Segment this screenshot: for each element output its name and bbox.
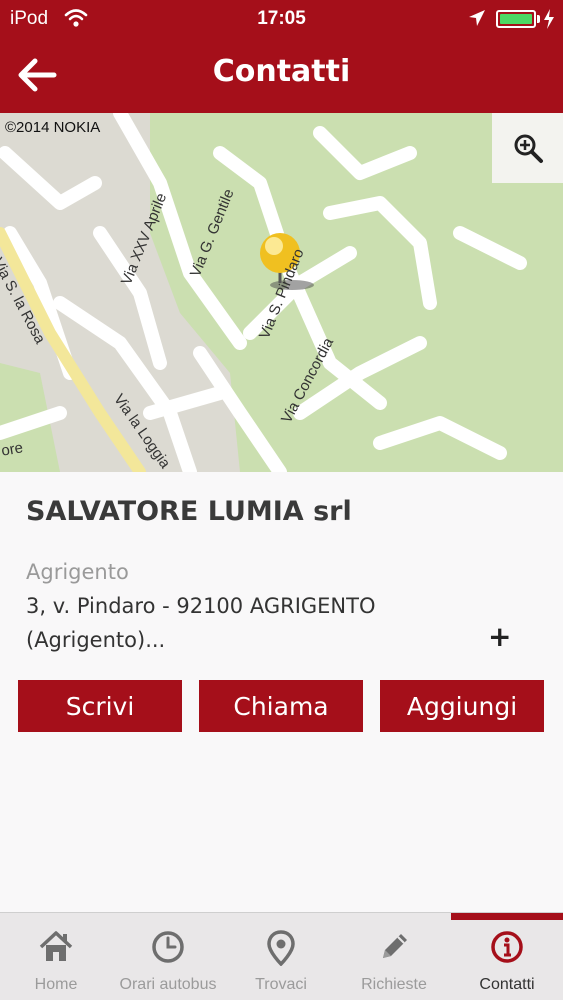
call-button[interactable]: Chiama (199, 680, 363, 732)
contact-details: SALVATORE LUMIA srl Agrigento 3, v. Pind… (0, 472, 563, 912)
contact-city: Agrigento (26, 560, 129, 584)
battery-nub (537, 15, 540, 23)
charging-icon (543, 9, 555, 34)
tab-label: Richieste (361, 976, 427, 993)
clock-icon (112, 930, 224, 964)
zoom-in-button[interactable] (492, 113, 563, 183)
zoom-in-icon (514, 134, 543, 163)
location-pin-icon (225, 930, 337, 966)
info-icon (451, 930, 563, 964)
tab-label: Contatti (479, 976, 535, 993)
add-contact-button[interactable]: Aggiungi (380, 680, 544, 732)
tab-bar: Home Orari autobus Trovaci Richieste Con… (0, 912, 563, 1000)
battery-icon (496, 10, 536, 28)
contact-address-line2: (Agrigento)... (26, 628, 166, 652)
active-tab-indicator (451, 913, 563, 920)
contact-address-line1: 3, v. Pindaro - 92100 AGRIGENTO (26, 594, 376, 618)
write-button[interactable]: Scrivi (18, 680, 182, 732)
home-icon (0, 930, 112, 964)
tab-home[interactable]: Home (0, 913, 112, 1000)
tab-contacts[interactable]: Contatti (451, 913, 563, 1000)
status-bar: iPod 17:05 (0, 0, 563, 38)
expand-address-button[interactable]: + (488, 620, 511, 653)
nav-bar: Contatti (0, 38, 563, 113)
map-copyright: ©2014 NOKIA (5, 119, 101, 136)
tab-find-us[interactable]: Trovaci (225, 913, 337, 1000)
location-arrow-icon (468, 9, 486, 32)
tab-label: Home (34, 976, 78, 993)
pencil-icon (338, 930, 450, 964)
tab-bus-timetable[interactable]: Orari autobus (112, 913, 224, 1000)
page-title: Contatti (212, 54, 351, 89)
company-name: SALVATORE LUMIA srl (26, 496, 352, 527)
tab-requests[interactable]: Richieste (338, 913, 450, 1000)
map-view[interactable]: ©2014 NOKIA Via XXV Aprile Via G. Gentil… (0, 113, 563, 472)
tab-label: Orari autobus (119, 976, 217, 993)
tab-label: Trovaci (255, 976, 307, 993)
